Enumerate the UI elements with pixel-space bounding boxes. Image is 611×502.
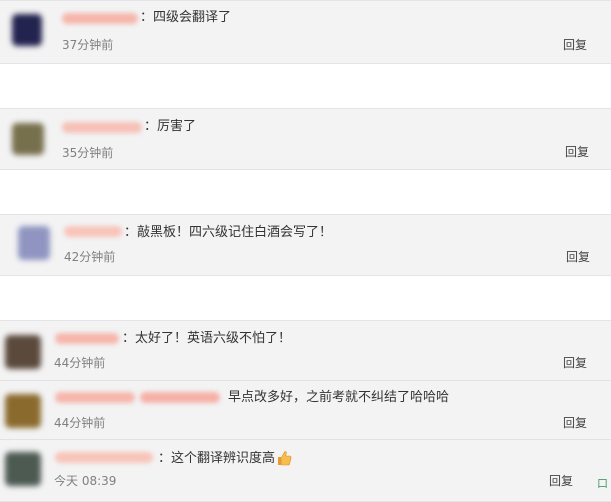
cropped-edge-fragment: 口	[597, 477, 608, 490]
reply-link[interactable]: 回复	[563, 38, 587, 53]
avatar[interactable]	[18, 226, 50, 260]
comment-text: ：太好了！英语六级不怕了！	[122, 331, 292, 346]
comment-text: ：这个翻译辨识度高	[158, 451, 276, 466]
username-blurred[interactable]	[55, 392, 135, 403]
avatar[interactable]	[5, 394, 41, 428]
avatar[interactable]	[5, 452, 41, 486]
comment-card: ：厉害了 35分钟前 回复	[0, 108, 611, 170]
comment-time: 37分钟前	[62, 38, 114, 52]
username-blurred[interactable]	[64, 226, 122, 237]
reply-link[interactable]: 回复	[565, 145, 589, 160]
comment-text: 早点改多好，之前考就不纠结了哈哈哈	[228, 390, 450, 405]
reply-link[interactable]: 回复	[549, 474, 573, 489]
username-blurred[interactable]	[140, 392, 220, 403]
comment-card: ：四级会翻译了 37分钟前 回复	[0, 0, 611, 64]
reply-link[interactable]: 回复	[563, 356, 587, 371]
username-blurred[interactable]	[62, 122, 142, 133]
comment-time: 35分钟前	[62, 146, 114, 160]
comment-card: ：敲黑板！四六级记住白酒会写了！ 42分钟前 回复	[0, 214, 611, 276]
comment-time: 42分钟前	[64, 250, 116, 264]
comment-time: 今天 08:39	[54, 474, 117, 488]
reply-link[interactable]: 回复	[566, 250, 590, 265]
comment-time: 44分钟前	[54, 356, 106, 370]
separator	[0, 439, 611, 440]
reply-link[interactable]: 回复	[563, 416, 587, 431]
comment-text: ：四级会翻译了	[140, 10, 232, 25]
comment-text: ：厉害了	[144, 119, 197, 134]
separator	[0, 380, 611, 381]
thumbs-up-icon	[278, 451, 292, 466]
username-blurred[interactable]	[55, 452, 153, 463]
avatar[interactable]	[12, 14, 42, 46]
avatar[interactable]	[12, 123, 44, 155]
comment-time: 44分钟前	[54, 416, 106, 430]
username-blurred[interactable]	[62, 13, 138, 24]
comment-text: ：敲黑板！四六级记住白酒会写了！	[124, 225, 333, 240]
avatar[interactable]	[5, 335, 41, 369]
comment-card: ：太好了！英语六级不怕了！ 44分钟前 回复 早点改多好，之前考就不纠结了哈哈哈…	[0, 320, 611, 502]
username-blurred[interactable]	[55, 333, 119, 344]
